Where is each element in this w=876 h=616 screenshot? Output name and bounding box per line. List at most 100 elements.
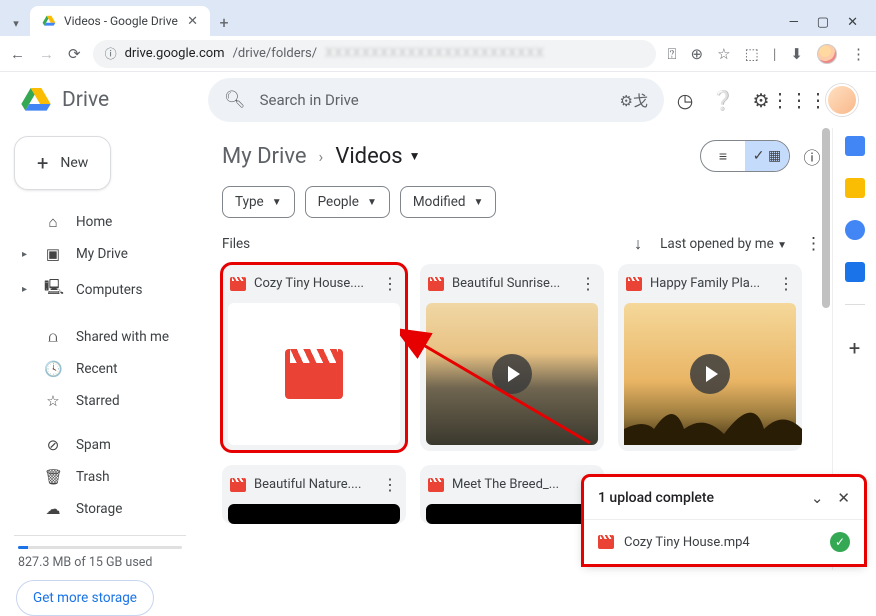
get-more-storage-button[interactable]: Get more storage [16,580,154,616]
view-toggle: ≡ ✓ ▦ [700,140,790,172]
downloads-icon[interactable]: ⬇ [790,45,803,63]
toast-close-icon[interactable]: ✕ [837,489,850,507]
sidebar-item-storage[interactable]: ☁Storage [14,493,186,525]
caret-down-icon: ▼ [409,149,421,163]
file-card[interactable]: Meet The Breed_...⋮ [420,465,604,524]
file-menu-icon[interactable]: ⋮ [778,274,794,293]
new-tab-button[interactable]: + [210,8,238,36]
browser-profile-avatar[interactable] [817,44,837,64]
offline-ready-icon[interactable]: ◷ [674,89,696,111]
file-menu-icon[interactable]: ⋮ [382,274,398,293]
minimize-icon[interactable]: — [789,15,799,30]
add-app-icon[interactable]: + [849,336,860,360]
reload-icon[interactable]: ⟳ [68,45,81,63]
video-file-icon [428,478,444,492]
url-path: /drive/folders/ [233,46,318,61]
files-heading: Files [222,236,250,252]
sidebar-item-trash[interactable]: 🗑Trash [14,461,186,493]
tab-title: Videos - Google Drive [64,14,178,28]
sidebar-item-recent[interactable]: 🕓Recent [14,353,186,385]
upload-file-name: Cozy Tiny House.mp4 [624,535,750,550]
calendar-app-icon[interactable] [845,136,865,156]
scrollbar[interactable] [822,128,830,308]
list-view-button[interactable]: ≡ [701,141,745,171]
help-icon[interactable]: ❔ [712,89,734,111]
keep-app-icon[interactable] [845,178,865,198]
sort-dropdown[interactable]: Last opened by me ▼ [660,236,787,252]
browser-tab[interactable]: Videos - Google Drive ✕ [30,6,210,36]
breadcrumb-root[interactable]: My Drive [222,144,307,169]
filter-type[interactable]: Type▼ [222,186,295,218]
settings-gear-icon[interactable]: ⚙ [750,89,772,111]
file-card[interactable]: Beautiful Nature.... ⋮ [222,465,406,524]
tasks-app-icon[interactable] [845,220,865,240]
play-icon [690,354,730,394]
bookmark-icon[interactable]: ☆ [717,45,730,63]
file-card[interactable]: Cozy Tiny House.... ⋮ [222,264,406,451]
expand-icon[interactable]: ▸ [22,249,30,260]
drive-icon: ▣ [44,245,62,263]
video-file-icon [598,535,614,549]
apps-grid-icon[interactable]: ⋮⋮⋮ [788,89,810,111]
storage-bar [18,546,182,549]
tab-search-icon[interactable]: ▾ [8,17,24,36]
contacts-app-icon[interactable] [845,262,865,282]
video-file-icon [428,277,444,291]
account-avatar[interactable] [826,84,858,116]
site-info-icon[interactable]: ⓘ [105,45,117,62]
search-bar[interactable]: 🔍︎ Search in Drive ⚙戈 [208,78,664,122]
filter-people[interactable]: People▼ [305,186,390,218]
sidebar-item-label: Computers [76,282,142,298]
search-options-icon[interactable]: ⚙戈 [620,90,648,111]
plus-icon: + [37,151,48,175]
file-name: Happy Family Pla... [650,276,770,291]
file-menu-icon[interactable]: ⋮ [580,274,596,293]
sidebar-item-spam[interactable]: ⊘Spam [14,429,186,461]
file-card[interactable]: Happy Family Pla... ⋮ [618,264,802,451]
computers-icon: 🖳 [44,277,62,302]
info-icon[interactable]: ⓘ [802,146,822,166]
browser-menu-icon[interactable]: ⋮ [851,45,866,63]
extensions-icon[interactable]: ⬚ [745,45,759,63]
file-card[interactable]: Beautiful Sunrise...⋮ [420,264,604,451]
more-options-icon[interactable]: ⋮ [805,234,822,254]
file-name: Cozy Tiny House.... [254,276,374,291]
grid-view-button[interactable]: ✓ ▦ [745,141,789,171]
sidebar-item-label: Starred [76,393,120,409]
file-menu-icon[interactable]: ⋮ [382,475,398,494]
filter-chips: Type▼ People▼ Modified▼ [222,186,822,218]
address-bar[interactable]: ⓘ drive.google.com/drive/folders/XXXXXXX… [93,40,656,68]
sidebar-item-home[interactable]: ⌂Home [14,206,186,238]
install-app-icon[interactable]: ⍰ [668,45,677,63]
file-thumbnail [426,504,598,524]
expand-icon[interactable]: ▸ [22,284,30,295]
video-file-icon [230,277,246,291]
back-icon[interactable]: ← [10,45,25,63]
maximize-icon[interactable]: ▢ [817,15,829,30]
upload-toast-title: 1 upload complete [598,490,714,506]
sidebar-item-computers[interactable]: ▸ 🖳 Computers [14,270,186,309]
sidebar-item-label: Shared with me [76,329,169,345]
storage-text: 827.3 MB of 15 GB used [18,555,186,570]
zoom-icon[interactable]: ⊕ [691,45,704,63]
sort-direction-icon[interactable]: ↓ [634,234,642,254]
file-thumbnail [228,303,400,445]
video-file-icon [230,478,246,492]
new-button[interactable]: + New [14,136,111,190]
breadcrumb: My Drive › Videos▼ ≡ ✓ ▦ ⓘ [222,140,822,172]
sidebar-item-label: My Drive [76,246,128,262]
drive-logo[interactable]: Drive [18,84,198,116]
file-thumbnail [624,303,796,445]
filter-modified[interactable]: Modified▼ [400,186,497,218]
sidebar-item-shared[interactable]: ⩍Shared with me [14,321,186,353]
tab-close-icon[interactable]: ✕ [187,14,198,29]
silhouette-icon [624,389,802,445]
breadcrumb-current[interactable]: Videos▼ [335,144,420,169]
close-window-icon[interactable]: ✕ [847,15,858,30]
recent-icon: 🕓 [44,360,62,378]
file-name: Beautiful Nature.... [254,477,374,492]
toast-collapse-icon[interactable]: ⌄ [811,489,824,507]
home-icon: ⌂ [44,213,62,231]
sidebar-item-my-drive[interactable]: ▸ ▣ My Drive [14,238,186,270]
sidebar-item-starred[interactable]: ☆Starred [14,385,186,417]
